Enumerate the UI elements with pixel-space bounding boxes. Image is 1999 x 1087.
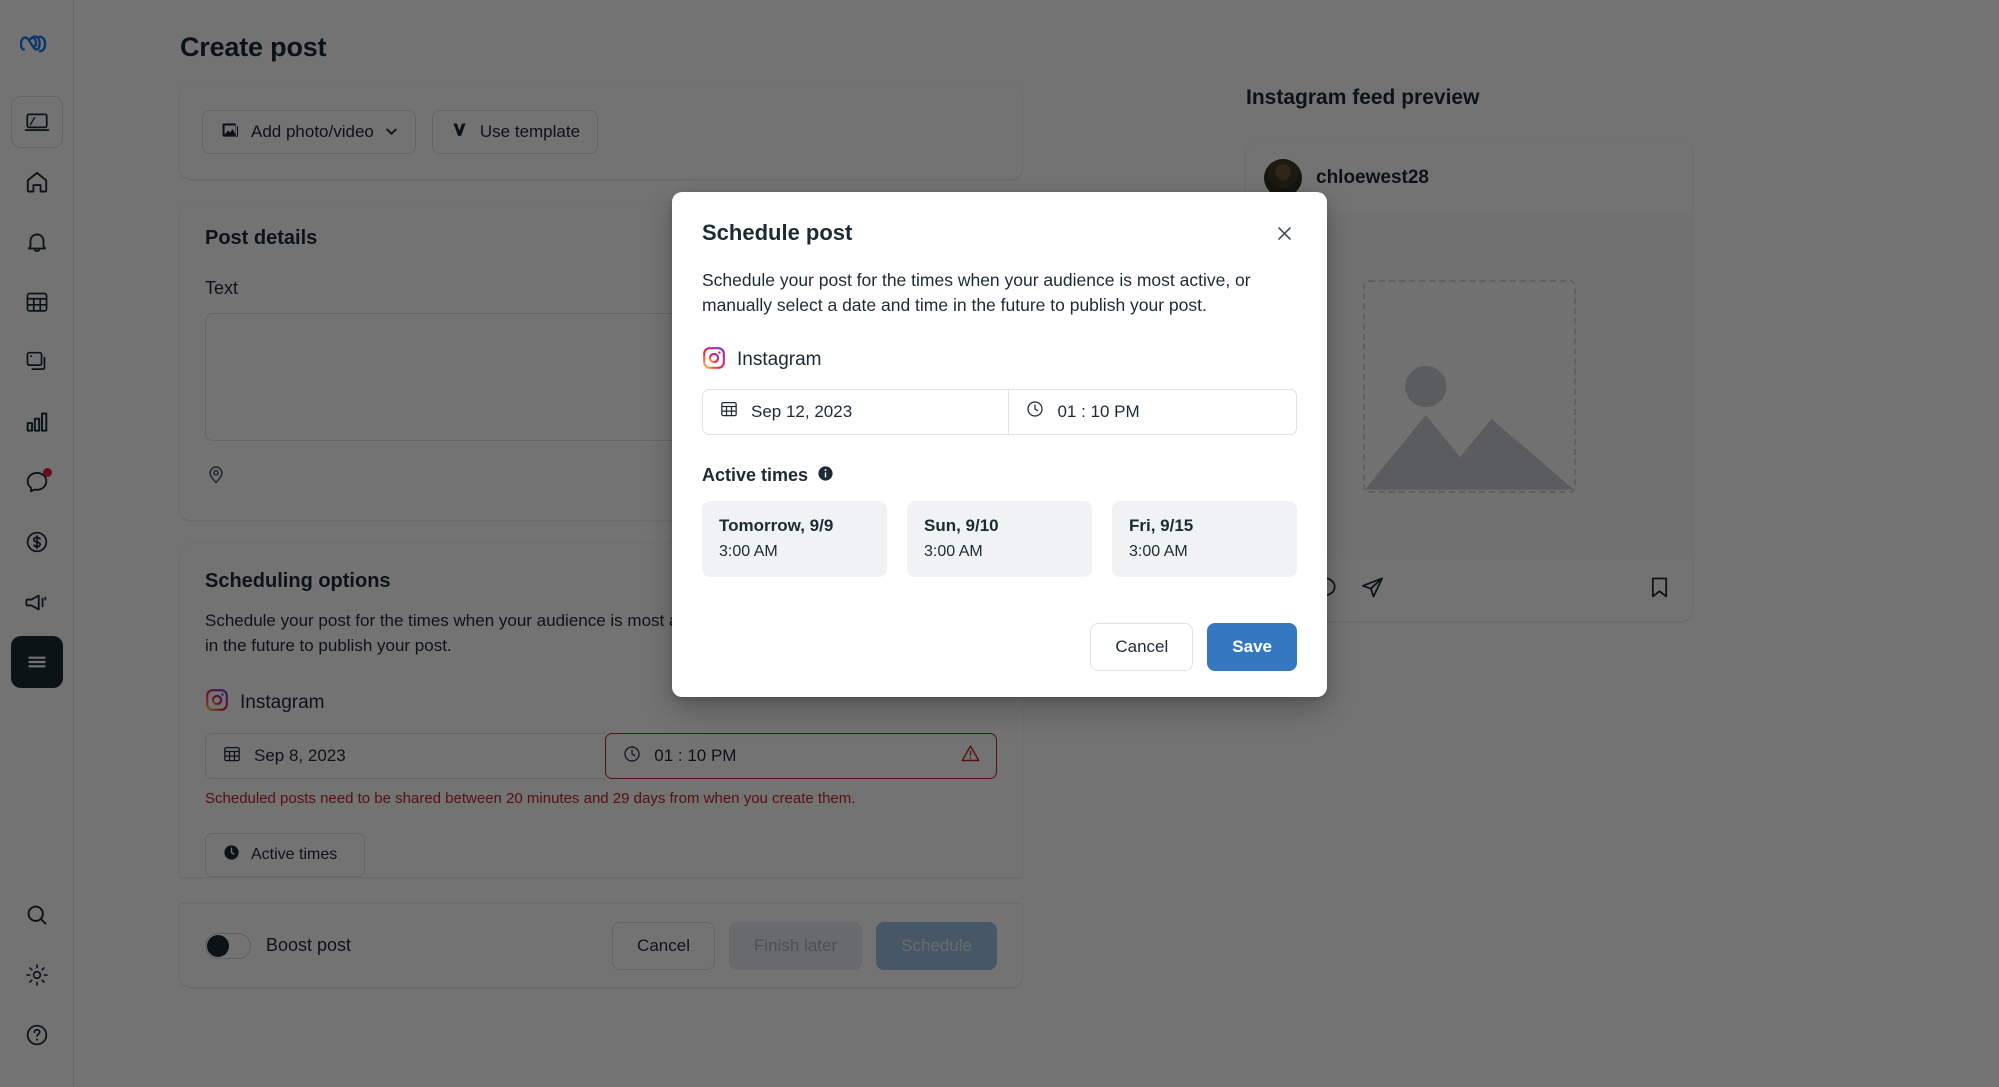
app-root: Create post Add photo/video Use template bbox=[0, 0, 1999, 1087]
dialog-time-value: 01 : 10 PM bbox=[1057, 401, 1140, 421]
dialog-title: Schedule post bbox=[702, 220, 853, 245]
close-icon[interactable] bbox=[1267, 216, 1301, 250]
dialog-cancel-button[interactable]: Cancel bbox=[1090, 622, 1194, 671]
active-time-time: 3:00 AM bbox=[719, 542, 778, 560]
active-times-title: Active times bbox=[702, 465, 809, 486]
active-time-day: Fri, 9/15 bbox=[1129, 515, 1194, 535]
dialog-description: Schedule your post for the times when yo… bbox=[702, 270, 1251, 315]
dialog-date-input[interactable]: Sep 12, 2023 bbox=[702, 388, 1009, 435]
active-time-option[interactable]: Sun, 9/10 3:00 AM bbox=[907, 500, 1092, 577]
dialog-footer: Cancel Save bbox=[702, 622, 1297, 671]
info-icon[interactable] bbox=[817, 465, 834, 487]
active-time-option[interactable]: Tomorrow, 9/9 3:00 AM bbox=[702, 500, 887, 577]
dialog-datetime-row: Sep 12, 2023 01 : 10 PM bbox=[702, 388, 1297, 435]
dialog-platform-label: Instagram bbox=[737, 349, 822, 371]
clock-icon bbox=[1025, 399, 1045, 424]
active-time-time: 3:00 AM bbox=[1129, 542, 1188, 560]
dialog-date-value: Sep 12, 2023 bbox=[751, 401, 853, 421]
active-times-suggestions: Tomorrow, 9/9 3:00 AM Sun, 9/10 3:00 AM … bbox=[702, 500, 1297, 577]
schedule-post-dialog: Schedule post Schedule your post for the… bbox=[672, 192, 1327, 697]
active-time-option[interactable]: Fri, 9/15 3:00 AM bbox=[1112, 500, 1297, 577]
active-times-header: Active times bbox=[702, 465, 1297, 487]
dialog-time-input[interactable]: 01 : 10 PM bbox=[1008, 388, 1297, 435]
active-time-day: Tomorrow, 9/9 bbox=[719, 515, 834, 535]
active-time-time: 3:00 AM bbox=[924, 542, 983, 560]
dialog-save-button[interactable]: Save bbox=[1207, 622, 1297, 671]
active-time-day: Sun, 9/10 bbox=[924, 515, 999, 535]
dialog-platform-row: Instagram bbox=[702, 346, 1297, 375]
instagram-icon bbox=[702, 346, 726, 375]
calendar-icon bbox=[719, 399, 739, 424]
